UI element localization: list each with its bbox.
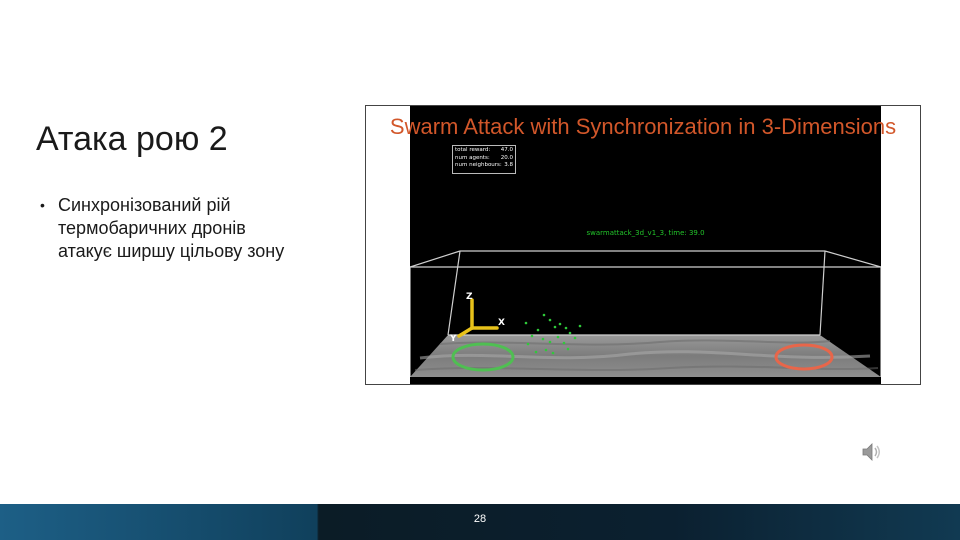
drone	[548, 340, 552, 344]
drone	[562, 341, 566, 345]
drone	[573, 336, 577, 340]
drone	[551, 351, 555, 355]
simulation-caption: swarmattack_3d_v1_3, time: 39.0	[586, 229, 705, 237]
drone	[568, 331, 572, 335]
drone	[566, 347, 570, 351]
stats-row-total-reward: total reward: 47.0	[455, 147, 513, 153]
bullet-item: • Синхронізований рій термобаричних дрон…	[40, 194, 300, 263]
bullet-list: • Синхронізований рій термобаричних дрон…	[40, 194, 300, 263]
axis-gizmo	[457, 298, 499, 338]
drone	[524, 321, 528, 325]
drone	[544, 348, 548, 352]
simulation-viewport[interactable]: total reward: 47.0 num agents: 20.0 num …	[410, 106, 881, 384]
bullet-dot: •	[40, 197, 45, 213]
stats-row-num-neighbours: num neighbours: 3.8	[455, 162, 513, 168]
drone	[548, 318, 552, 322]
video-title: Swarm Attack with Synchronization in 3-D…	[389, 114, 897, 139]
drone	[526, 342, 530, 346]
page-number: 28	[473, 513, 487, 525]
drone	[553, 325, 557, 329]
drone	[541, 337, 545, 341]
x-axis-label: X	[498, 318, 505, 328]
stats-panel: total reward: 47.0 num agents: 20.0 num …	[452, 145, 516, 174]
drone	[530, 334, 534, 338]
drone	[536, 328, 540, 332]
drone	[558, 322, 562, 326]
video-frame[interactable]: total reward: 47.0 num agents: 20.0 num …	[365, 105, 921, 385]
drone	[564, 326, 568, 330]
speaker-icon[interactable]	[860, 441, 884, 463]
stats-row-num-agents: num agents: 20.0	[455, 154, 513, 161]
drone	[534, 350, 538, 354]
bullet-text: Синхронізований рій термобаричних дронів…	[58, 195, 285, 261]
y-axis-label: Y	[450, 334, 457, 344]
z-axis-label: Z	[466, 292, 473, 302]
drone	[578, 324, 582, 328]
drone	[556, 335, 560, 339]
slide-title: Атака рою 2	[36, 120, 228, 158]
drone	[542, 313, 546, 317]
